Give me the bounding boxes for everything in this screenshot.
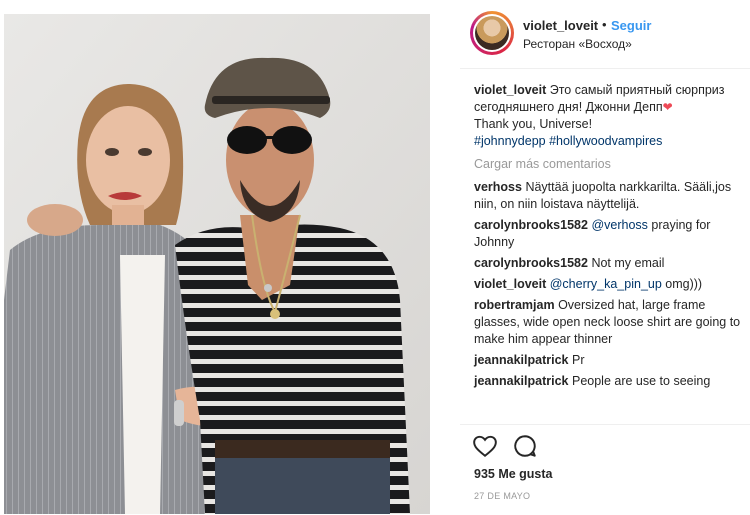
comment-text: omg))): [665, 277, 703, 291]
comment-username[interactable]: carolynbrooks1582: [474, 256, 588, 270]
comment-username[interactable]: jeannakilpatrick: [474, 374, 569, 388]
comment-username[interactable]: carolynbrooks1582: [474, 218, 588, 232]
comment: robertramjam Oversized hat, large frame …: [474, 297, 744, 348]
instagram-post: violet_loveit • Seguir Ресторан «Восход»…: [0, 0, 750, 514]
comment: carolynbrooks1582 @verhoss praying for J…: [474, 217, 744, 251]
follow-button[interactable]: Seguir: [611, 18, 651, 33]
caption-line2: Thank you, Universe!: [474, 117, 593, 131]
comments-list: violet_loveit Это самый приятный сюрприз…: [474, 82, 744, 394]
header-separator: •: [602, 17, 607, 32]
comment-username[interactable]: violet_loveit: [474, 277, 546, 291]
location-link[interactable]: Ресторан «Восход»: [523, 37, 632, 51]
action-bar: 935 Me gusta 27 DE MAYO: [460, 424, 750, 515]
comment-text: People are use to seeing: [571, 374, 711, 388]
comment: violet_loveit @cherry_ka_pin_up omg))): [474, 276, 744, 293]
avatar[interactable]: [470, 11, 514, 55]
post-image: [0, 0, 448, 514]
comment-mention[interactable]: @cherry_ka_pin_up: [550, 277, 662, 291]
post-sidebar: violet_loveit • Seguir Ресторан «Восход»…: [460, 0, 750, 514]
comment: verhoss Näyttää juopolta narkkarilta. Sä…: [474, 179, 744, 213]
heart-emoji: ❤: [662, 100, 673, 114]
comment: jeannakilpatrick Pr: [474, 352, 744, 369]
comment-text: Not my email: [591, 256, 665, 270]
comment-username[interactable]: robertramjam: [474, 298, 555, 312]
comment-text: Pr: [571, 353, 585, 367]
avatar-image: [475, 16, 509, 50]
caption: violet_loveit Это самый приятный сюрприз…: [474, 82, 744, 150]
avatar-ring: [473, 14, 511, 52]
comment: jeannakilpatrick People are use to seein…: [474, 373, 744, 390]
post-photo[interactable]: [0, 0, 448, 514]
speech-bubble-icon[interactable]: [512, 433, 538, 459]
caption-username[interactable]: violet_loveit: [474, 83, 546, 97]
heart-outline-icon[interactable]: [472, 433, 498, 459]
comment-username[interactable]: verhoss: [474, 180, 522, 194]
comment-username[interactable]: jeannakilpatrick: [474, 353, 569, 367]
post-header: violet_loveit • Seguir Ресторан «Восход»: [460, 4, 750, 69]
comment-mention[interactable]: @verhoss: [591, 218, 647, 232]
likes-count[interactable]: 935 Me gusta: [474, 467, 553, 481]
post-date: 27 DE MAYO: [474, 491, 531, 501]
header-username[interactable]: violet_loveit: [523, 18, 598, 33]
load-more-comments-button[interactable]: Cargar más comentarios: [474, 156, 744, 173]
comment: carolynbrooks1582 Not my email: [474, 255, 744, 272]
caption-hashtags[interactable]: #johnnydepp #hollywoodvampires: [474, 134, 662, 148]
